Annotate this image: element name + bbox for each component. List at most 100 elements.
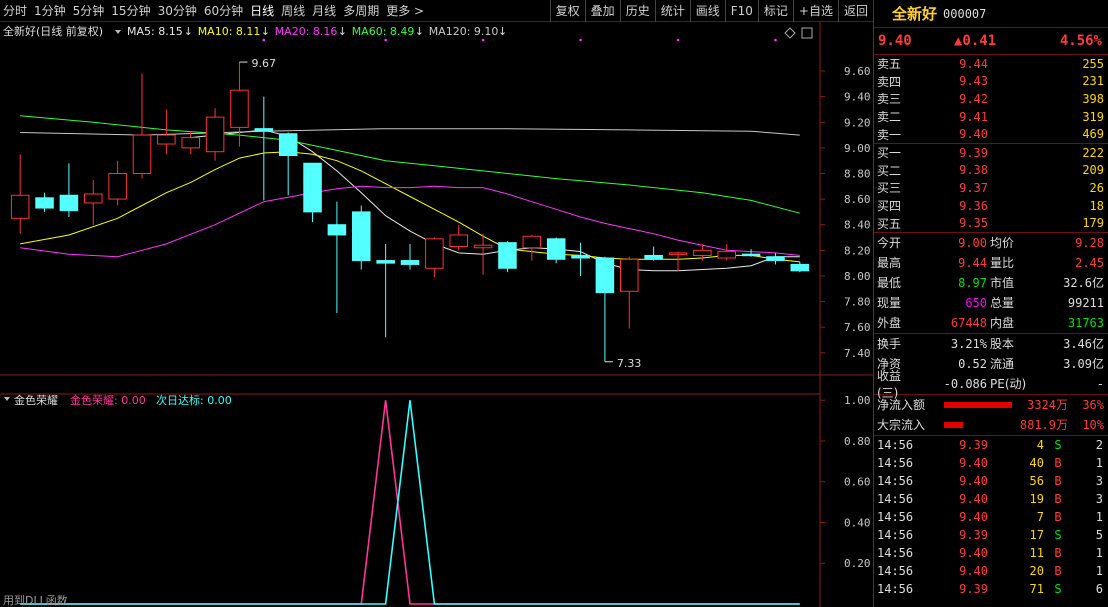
candle-body[interactable] [717,251,736,259]
candle-body[interactable] [278,133,298,157]
period-tab[interactable]: 日线 [247,2,277,19]
candle-body[interactable] [59,194,79,212]
buy-row[interactable]: 买三 9.37 26 [874,179,1108,197]
candle-body[interactable] [790,263,810,272]
tool-button[interactable]: +自选 [792,0,838,22]
candle-body[interactable] [35,197,54,209]
price-summary: 9.40 ▲0.41 4.56% [874,28,1108,55]
candle-body[interactable] [132,134,152,174]
tool-button[interactable]: 标记 [757,0,793,22]
stat-value: 3.21% [950,336,987,351]
tick-list[interactable]: 14:56 9.39 4 S 2 14:56 9.40 40 B 1 14:56 9.40 56 B 3 14… [874,436,1108,598]
flow-pct: 10% [1082,417,1104,432]
period-tab[interactable]: 分时 [0,2,30,19]
tick-row[interactable]: 14:56 9.39 71 S 6 [874,580,1108,598]
tick-row[interactable]: 14:56 9.39 17 S 5 [874,526,1108,544]
tick-row[interactable]: 14:56 9.40 20 B 1 [874,562,1108,580]
sub-legend-toggle-icon[interactable] [4,397,10,401]
sell-row[interactable]: 卖三 9.42 398 [874,90,1108,108]
period-tab[interactable]: 1分钟 [31,2,69,19]
period-tab[interactable]: 更多 > [383,2,427,19]
tool-button[interactable]: 复权 [549,0,585,22]
tick-row[interactable]: 14:56 9.39 4 S 2 [874,436,1108,454]
sell-row[interactable]: 卖二 9.41 319 [874,108,1108,126]
legend-toggle-icon[interactable] [115,30,121,34]
buy-row[interactable]: 买五 9.35 179 [874,214,1108,232]
candle-body[interactable] [522,235,542,249]
stat-value: -0.086 [943,376,987,391]
sell-row[interactable]: 卖五 9.44 255 [874,55,1108,73]
candle-body[interactable] [498,242,517,269]
candle-body[interactable] [571,254,590,259]
tool-button[interactable]: 叠加 [584,0,620,22]
tool-button[interactable]: F10 [724,0,758,22]
sell-row[interactable]: 卖一 9.40 469 [874,125,1108,143]
y-tick-label: 8.80 [844,167,871,180]
tick-row[interactable]: 14:56 9.40 7 B 1 [874,508,1108,526]
period-tab[interactable]: 多周期 [340,2,382,19]
period-tab[interactable]: 60分钟 [201,2,246,19]
stat-value: 32.6亿 [1063,276,1104,291]
candle-body[interactable] [644,254,663,260]
tick-row[interactable]: 14:56 9.40 56 B 3 [874,472,1108,490]
candle-body[interactable] [449,234,468,247]
tick-row[interactable]: 14:56 9.40 19 B 3 [874,490,1108,508]
candle-body[interactable] [473,244,493,249]
candle-body[interactable] [303,162,322,213]
buy-row[interactable]: 买四 9.36 18 [874,197,1108,215]
price-change-pct: 4.56% [1059,33,1102,49]
kline-chart[interactable]: 9.60 9.40 9.20 9.00 8.80 8.60 8.40 8.20 8.00 7.80… [0,22,873,607]
candle-body[interactable] [181,137,200,149]
tool-button[interactable]: 画线 [689,0,725,22]
period-tab[interactable]: 月线 [309,2,339,19]
candle-body[interactable] [546,238,566,260]
period-tab[interactable]: 周线 [278,2,308,19]
candle-body[interactable] [10,194,30,219]
tick-time: 14:56 [877,545,914,560]
dll-footer-text: 用到DLL函数 [3,594,68,607]
tool-button[interactable]: 历史 [619,0,655,22]
candle-body[interactable] [157,134,176,145]
buy-volume: 179 [1082,216,1104,231]
candle-body[interactable] [254,128,274,132]
sub-y-tick-label: 0.40 [844,516,871,529]
sell-row[interactable]: 卖四 9.43 231 [874,73,1108,91]
candle-body[interactable] [693,249,712,256]
period-tab[interactable]: 15分钟 [108,2,153,19]
candle-body[interactable] [108,172,127,200]
tick-price: 9.40 [959,509,988,524]
period-tab[interactable]: 5分钟 [70,2,108,19]
candle-body[interactable] [376,260,395,264]
tick-price: 9.40 [959,563,988,578]
candle-body[interactable] [84,193,103,204]
period-tab[interactable]: 30分钟 [155,2,200,19]
candle-body[interactable] [620,258,639,292]
buy-book: 买一 9.39 222 买二 9.38 209 买三 9.37 26 买四 9.36 18 买五 9.35… [874,144,1108,233]
tool-button[interactable]: 返回 [837,0,873,22]
candle-body[interactable] [766,256,785,262]
stat-label: 换手 [877,337,902,352]
tick-direction: B [1054,491,1062,506]
tick-time: 14:56 [877,563,914,578]
candle-body[interactable] [327,224,347,236]
stock-name[interactable]: 全新好 [892,3,937,24]
window-icon[interactable] [801,27,813,39]
candle-body[interactable] [230,89,249,128]
candle-body[interactable] [352,211,371,262]
tool-buttons: 复权 叠加 历史 统计 画线 F10 标记 +自选 返回 [549,0,873,22]
tick-row[interactable]: 14:56 9.40 40 B 1 [874,454,1108,472]
tick-row[interactable]: 14:56 9.40 11 B 1 [874,544,1108,562]
candle-body[interactable] [205,116,225,153]
candle-body[interactable] [741,253,761,257]
buy-row[interactable]: 买一 9.39 222 [874,144,1108,162]
candle-body[interactable] [425,238,444,269]
y-tick-label: 9.00 [844,142,871,155]
diamond-icon[interactable] [784,27,796,39]
y-tick-label: 8.40 [844,219,871,232]
candle-body[interactable] [668,252,688,255]
candle-body[interactable] [400,260,420,265]
candle-body[interactable] [595,257,615,294]
stat-row: 最高 9.44 量比 2.45 [874,253,1108,273]
tool-button[interactable]: 统计 [654,0,690,22]
buy-row[interactable]: 买二 9.38 209 [874,162,1108,180]
